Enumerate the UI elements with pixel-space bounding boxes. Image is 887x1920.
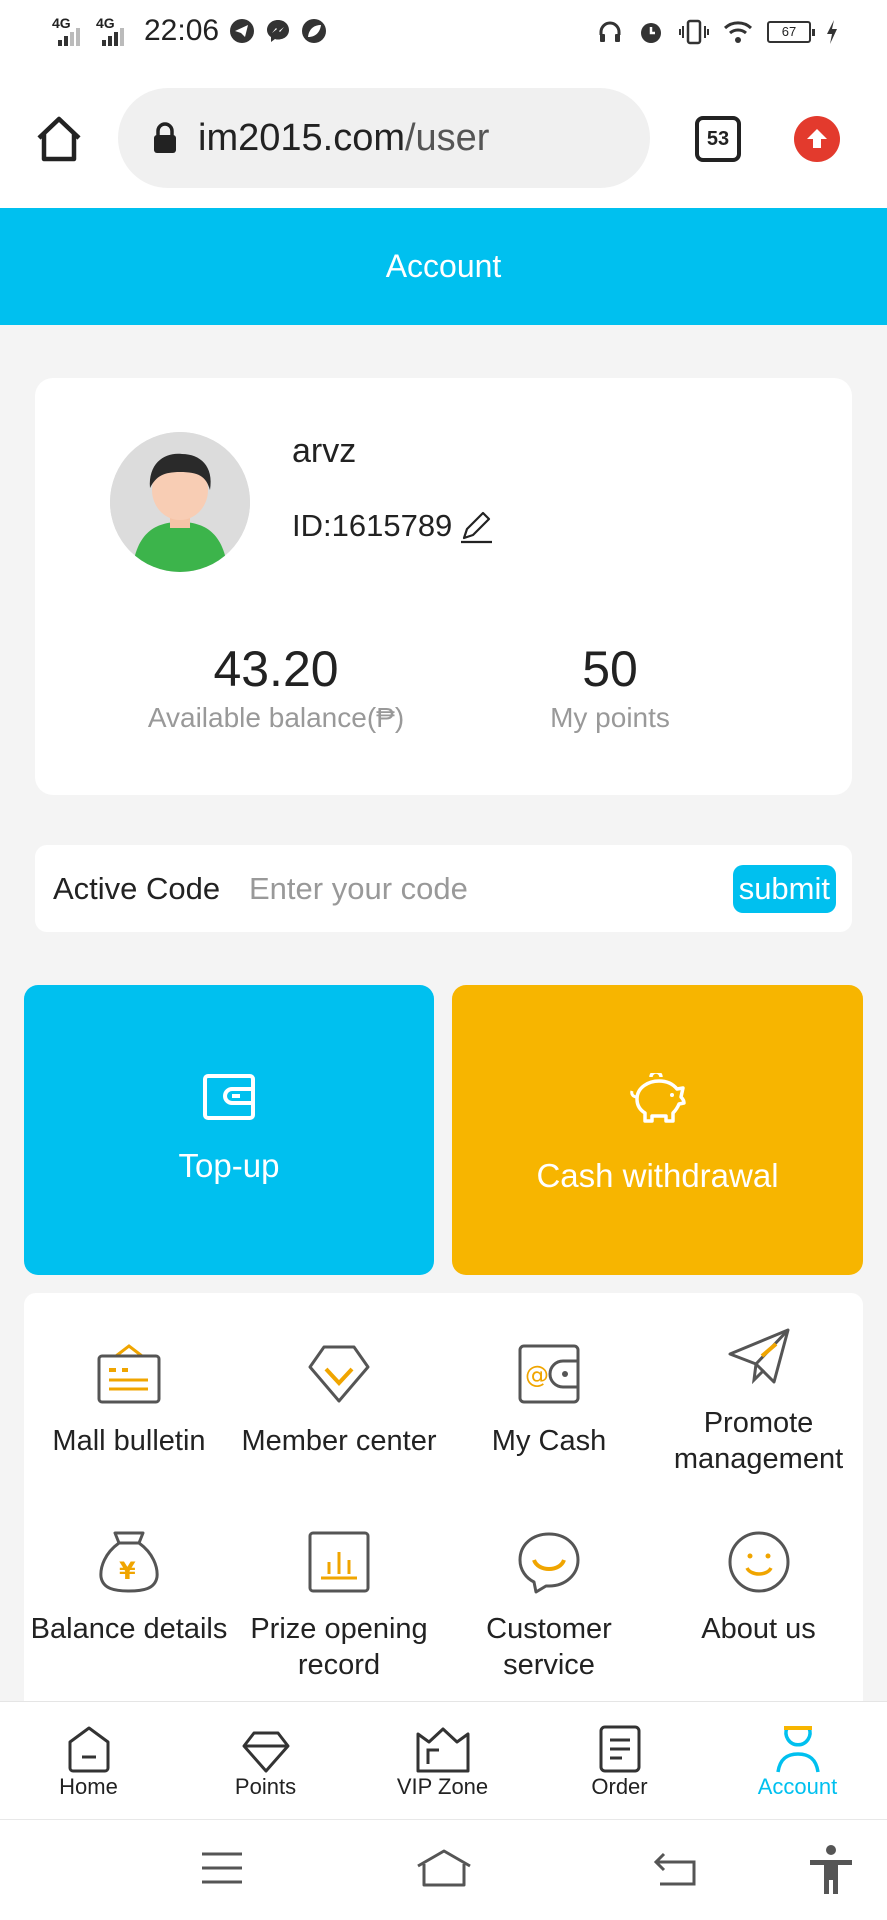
status-right: 67	[597, 18, 839, 46]
edit-icon[interactable]	[458, 508, 494, 544]
signal-icon: 4G	[96, 16, 130, 46]
bulletin-board-icon	[97, 1344, 161, 1404]
tab-vip-zone[interactable]: VIP Zone	[354, 1702, 531, 1800]
user-icon	[775, 1726, 820, 1773]
user-id-text: ID:1615789	[292, 508, 453, 543]
menu-label: About us	[701, 1613, 816, 1645]
diamond-icon	[308, 1345, 370, 1403]
arrow-up-icon	[807, 129, 827, 148]
back-icon[interactable]	[652, 1850, 698, 1888]
wallet-icon	[203, 1074, 255, 1120]
leaf-icon	[302, 19, 327, 43]
url-host: im2015.com	[198, 116, 405, 159]
cash-withdrawal-tile[interactable]: Cash withdrawal	[452, 985, 863, 1275]
menu-label: My Cash	[491, 1425, 607, 1457]
active-code-input[interactable]	[249, 870, 709, 907]
points-stat[interactable]: 50 My points	[510, 640, 710, 734]
crown-box-icon	[416, 1727, 469, 1773]
points-value: 50	[582, 641, 638, 697]
accessibility-icon[interactable]	[806, 1844, 856, 1896]
home-icon[interactable]	[414, 1848, 474, 1888]
messenger-icon	[267, 20, 290, 42]
menu-icon[interactable]	[200, 1850, 244, 1886]
menu-label: Member center	[241, 1425, 437, 1457]
menu-label: Mall bulletin	[52, 1425, 206, 1457]
menu-item-prize-opening-record[interactable]: Prize opening record	[234, 1523, 444, 1684]
home-icon[interactable]	[34, 114, 84, 164]
tab-label: Points	[234, 1774, 297, 1799]
menu-grid: Mall bulletin Member center @ My Cash Pr…	[24, 1293, 863, 1701]
topup-tile[interactable]: Top-up	[24, 985, 434, 1275]
cash-withdrawal-label: Cash withdrawal	[536, 1157, 779, 1194]
signal-icon: 4G	[52, 16, 86, 46]
points-label: My points	[550, 702, 670, 733]
menu-label: Customer service	[486, 1613, 612, 1682]
system-nav-bar	[0, 1819, 887, 1920]
balance-stat[interactable]: 43.20 Available balance(₱)	[140, 640, 412, 734]
topup-label: Top-up	[178, 1147, 280, 1184]
submit-button[interactable]: submit	[732, 865, 836, 913]
document-icon	[599, 1725, 640, 1773]
tab-label: Home	[59, 1774, 118, 1799]
tab-label: Account	[757, 1774, 838, 1799]
tab-home[interactable]: Home	[0, 1702, 177, 1800]
balance-value: 43.20	[213, 641, 339, 697]
status-left: 4G 4G 22:06	[52, 14, 327, 48]
cash-wallet-icon: @	[518, 1344, 580, 1404]
active-code-bar: Active Code submit	[35, 845, 852, 932]
paper-plane-icon	[728, 1328, 789, 1385]
update-button[interactable]	[794, 116, 840, 162]
diamond-icon	[242, 1731, 289, 1773]
wifi-icon	[723, 21, 753, 43]
svg-text:@: @	[525, 1361, 549, 1389]
chat-bubble-icon	[518, 1532, 580, 1594]
telegram-icon	[230, 19, 255, 43]
alarm-icon	[641, 23, 661, 43]
avatar[interactable]	[110, 432, 250, 572]
username: arvz	[292, 432, 357, 470]
page-title: Account	[0, 208, 887, 325]
battery-icon: 67	[767, 21, 815, 43]
menu-item-promote-management[interactable]: Promote management	[654, 1317, 863, 1478]
balance-label: Available balance(₱)	[147, 702, 405, 733]
money-bag-icon: ¥	[99, 1531, 159, 1593]
home-icon	[68, 1726, 109, 1773]
menu-item-customer-service[interactable]: Customer service	[444, 1523, 654, 1684]
user-id: ID:1615789	[292, 508, 494, 544]
avatar-image	[110, 432, 250, 572]
bar-chart-icon	[308, 1531, 370, 1593]
charging-icon	[827, 20, 837, 44]
smiley-icon	[728, 1531, 789, 1593]
vibrate-icon	[679, 19, 709, 45]
tab-switcher-button[interactable]: 53	[695, 116, 741, 162]
headphones-icon	[599, 21, 621, 42]
menu-item-balance-details[interactable]: ¥ Balance details	[24, 1523, 234, 1647]
clock: 22:06	[144, 14, 220, 47]
tab-account[interactable]: Account	[708, 1702, 887, 1800]
tab-label: Order	[591, 1774, 648, 1799]
menu-label: Promote management	[673, 1407, 844, 1476]
status-bar: 4G 4G 22:06 67	[0, 0, 887, 70]
tab-order[interactable]: Order	[531, 1702, 708, 1800]
menu-item-about-us[interactable]: About us	[654, 1523, 863, 1647]
svg-text:¥: ¥	[119, 1557, 136, 1585]
menu-item-member-center[interactable]: Member center	[234, 1335, 444, 1459]
menu-label: Balance details	[30, 1613, 228, 1645]
piggy-bank-icon	[629, 1073, 686, 1123]
menu-item-my-cash[interactable]: @ My Cash	[444, 1335, 654, 1459]
tab-label: VIP Zone	[396, 1774, 489, 1799]
menu-item-mall-bulletin[interactable]: Mall bulletin	[24, 1335, 234, 1459]
menu-label: Prize opening record	[250, 1613, 428, 1682]
url-path: /user	[404, 116, 490, 159]
url-bar[interactable]: im2015.com/user	[118, 88, 650, 188]
tab-points[interactable]: Points	[177, 1702, 354, 1800]
lock-icon	[154, 122, 176, 153]
bottom-tab-bar: Home Points VIP Zone Order Account	[0, 1701, 887, 1819]
active-code-label: Active Code	[53, 870, 221, 906]
